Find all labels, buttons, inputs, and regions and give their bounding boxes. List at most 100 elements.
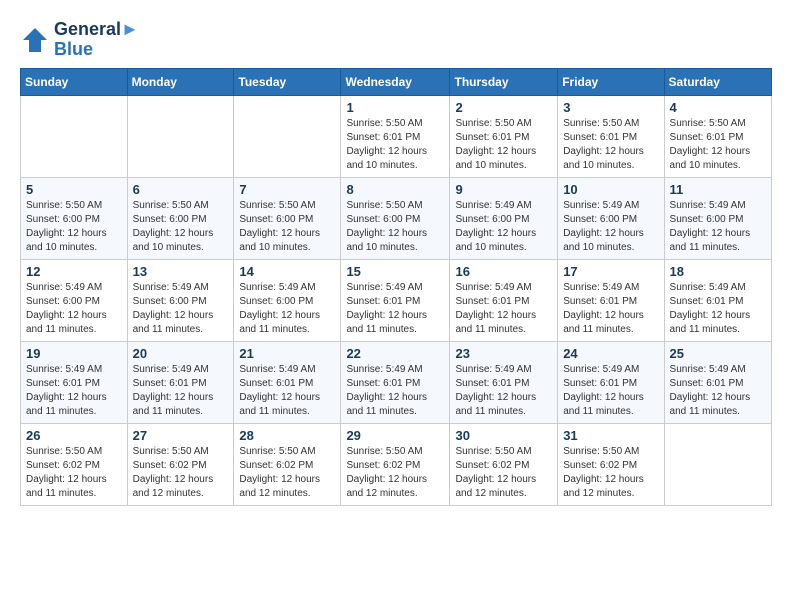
day-info: Sunrise: 5:49 AM Sunset: 6:01 PM Dayligh… xyxy=(239,363,335,419)
day-info: Sunrise: 5:50 AM Sunset: 6:01 PM Dayligh… xyxy=(563,117,658,173)
day-info: Sunrise: 5:49 AM Sunset: 6:00 PM Dayligh… xyxy=(239,281,335,337)
day-number: 14 xyxy=(239,264,335,279)
day-number: 6 xyxy=(133,182,229,197)
weekday-header: Sunday xyxy=(21,68,128,95)
calendar-cell xyxy=(664,423,771,505)
day-info: Sunrise: 5:49 AM Sunset: 6:00 PM Dayligh… xyxy=(670,199,766,255)
calendar-cell xyxy=(234,95,341,177)
calendar-cell: 14 Sunrise: 5:49 AM Sunset: 6:00 PM Dayli… xyxy=(234,259,341,341)
day-number: 28 xyxy=(239,428,335,443)
day-info: Sunrise: 5:49 AM Sunset: 6:01 PM Dayligh… xyxy=(563,281,658,337)
day-number: 7 xyxy=(239,182,335,197)
calendar-cell: 5 Sunrise: 5:50 AM Sunset: 6:00 PM Daylig… xyxy=(21,177,128,259)
day-number: 20 xyxy=(133,346,229,361)
calendar-cell: 22 Sunrise: 5:49 AM Sunset: 6:01 PM Dayli… xyxy=(341,341,450,423)
day-number: 15 xyxy=(346,264,444,279)
day-info: Sunrise: 5:49 AM Sunset: 6:01 PM Dayligh… xyxy=(670,363,766,419)
day-number: 5 xyxy=(26,182,122,197)
weekday-header: Friday xyxy=(558,68,664,95)
calendar-cell: 18 Sunrise: 5:49 AM Sunset: 6:01 PM Dayli… xyxy=(664,259,771,341)
day-info: Sunrise: 5:49 AM Sunset: 6:01 PM Dayligh… xyxy=(670,281,766,337)
day-number: 10 xyxy=(563,182,658,197)
day-number: 26 xyxy=(26,428,122,443)
day-info: Sunrise: 5:49 AM Sunset: 6:01 PM Dayligh… xyxy=(455,281,552,337)
day-number: 18 xyxy=(670,264,766,279)
day-info: Sunrise: 5:49 AM Sunset: 6:00 PM Dayligh… xyxy=(26,281,122,337)
calendar-week-row: 26 Sunrise: 5:50 AM Sunset: 6:02 PM Dayli… xyxy=(21,423,772,505)
calendar-cell: 8 Sunrise: 5:50 AM Sunset: 6:00 PM Daylig… xyxy=(341,177,450,259)
day-info: Sunrise: 5:49 AM Sunset: 6:01 PM Dayligh… xyxy=(455,363,552,419)
calendar-header-row: SundayMondayTuesdayWednesdayThursdayFrid… xyxy=(21,68,772,95)
day-info: Sunrise: 5:49 AM Sunset: 6:01 PM Dayligh… xyxy=(346,281,444,337)
day-info: Sunrise: 5:49 AM Sunset: 6:00 PM Dayligh… xyxy=(133,281,229,337)
day-number: 19 xyxy=(26,346,122,361)
calendar-week-row: 19 Sunrise: 5:49 AM Sunset: 6:01 PM Dayli… xyxy=(21,341,772,423)
calendar-cell: 17 Sunrise: 5:49 AM Sunset: 6:01 PM Dayli… xyxy=(558,259,664,341)
day-number: 21 xyxy=(239,346,335,361)
day-info: Sunrise: 5:50 AM Sunset: 6:00 PM Dayligh… xyxy=(346,199,444,255)
day-number: 27 xyxy=(133,428,229,443)
calendar-cell: 12 Sunrise: 5:49 AM Sunset: 6:00 PM Dayli… xyxy=(21,259,128,341)
calendar-cell: 7 Sunrise: 5:50 AM Sunset: 6:00 PM Daylig… xyxy=(234,177,341,259)
weekday-header: Monday xyxy=(127,68,234,95)
weekday-header: Saturday xyxy=(664,68,771,95)
calendar-cell xyxy=(21,95,128,177)
calendar-cell: 26 Sunrise: 5:50 AM Sunset: 6:02 PM Dayli… xyxy=(21,423,128,505)
day-number: 24 xyxy=(563,346,658,361)
day-info: Sunrise: 5:49 AM Sunset: 6:00 PM Dayligh… xyxy=(563,199,658,255)
day-info: Sunrise: 5:49 AM Sunset: 6:01 PM Dayligh… xyxy=(346,363,444,419)
day-number: 30 xyxy=(455,428,552,443)
day-info: Sunrise: 5:50 AM Sunset: 6:02 PM Dayligh… xyxy=(26,445,122,501)
day-info: Sunrise: 5:50 AM Sunset: 6:02 PM Dayligh… xyxy=(346,445,444,501)
calendar-body: 1Sunrise: 5:50 AM Sunset: 6:01 PM Daylig… xyxy=(21,95,772,505)
calendar-cell: 6 Sunrise: 5:50 AM Sunset: 6:00 PM Daylig… xyxy=(127,177,234,259)
calendar-cell: 25 Sunrise: 5:49 AM Sunset: 6:01 PM Dayli… xyxy=(664,341,771,423)
calendar-week-row: 12 Sunrise: 5:49 AM Sunset: 6:00 PM Dayli… xyxy=(21,259,772,341)
day-number: 11 xyxy=(670,182,766,197)
calendar-cell: 19 Sunrise: 5:49 AM Sunset: 6:01 PM Dayli… xyxy=(21,341,128,423)
day-number: 25 xyxy=(670,346,766,361)
calendar-cell: 29 Sunrise: 5:50 AM Sunset: 6:02 PM Dayli… xyxy=(341,423,450,505)
day-number: 31 xyxy=(563,428,658,443)
calendar-week-row: 1Sunrise: 5:50 AM Sunset: 6:01 PM Daylig… xyxy=(21,95,772,177)
calendar-cell: 30 Sunrise: 5:50 AM Sunset: 6:02 PM Dayli… xyxy=(450,423,558,505)
calendar-cell: 21 Sunrise: 5:49 AM Sunset: 6:01 PM Dayli… xyxy=(234,341,341,423)
day-info: Sunrise: 5:50 AM Sunset: 6:02 PM Dayligh… xyxy=(455,445,552,501)
calendar-cell: 2Sunrise: 5:50 AM Sunset: 6:01 PM Daylig… xyxy=(450,95,558,177)
day-number: 29 xyxy=(346,428,444,443)
calendar-cell: 16 Sunrise: 5:49 AM Sunset: 6:01 PM Dayli… xyxy=(450,259,558,341)
day-number: 17 xyxy=(563,264,658,279)
calendar-cell: 24 Sunrise: 5:49 AM Sunset: 6:01 PM Dayli… xyxy=(558,341,664,423)
day-number: 12 xyxy=(26,264,122,279)
day-info: Sunrise: 5:50 AM Sunset: 6:02 PM Dayligh… xyxy=(239,445,335,501)
day-number: 8 xyxy=(346,182,444,197)
day-number: 22 xyxy=(346,346,444,361)
day-info: Sunrise: 5:49 AM Sunset: 6:00 PM Dayligh… xyxy=(455,199,552,255)
day-info: Sunrise: 5:50 AM Sunset: 6:00 PM Dayligh… xyxy=(133,199,229,255)
calendar-week-row: 5 Sunrise: 5:50 AM Sunset: 6:00 PM Daylig… xyxy=(21,177,772,259)
day-info: Sunrise: 5:49 AM Sunset: 6:01 PM Dayligh… xyxy=(563,363,658,419)
day-info: Sunrise: 5:49 AM Sunset: 6:01 PM Dayligh… xyxy=(133,363,229,419)
day-number: 4 xyxy=(670,100,766,115)
day-number: 9 xyxy=(455,182,552,197)
day-number: 23 xyxy=(455,346,552,361)
calendar-cell: 27 Sunrise: 5:50 AM Sunset: 6:02 PM Dayli… xyxy=(127,423,234,505)
day-info: Sunrise: 5:50 AM Sunset: 6:00 PM Dayligh… xyxy=(26,199,122,255)
logo: General► Blue xyxy=(20,20,139,60)
day-number: 16 xyxy=(455,264,552,279)
logo-icon xyxy=(20,25,50,55)
day-info: Sunrise: 5:50 AM Sunset: 6:02 PM Dayligh… xyxy=(133,445,229,501)
calendar-cell: 15 Sunrise: 5:49 AM Sunset: 6:01 PM Dayli… xyxy=(341,259,450,341)
day-info: Sunrise: 5:49 AM Sunset: 6:01 PM Dayligh… xyxy=(26,363,122,419)
day-number: 13 xyxy=(133,264,229,279)
calendar-table: SundayMondayTuesdayWednesdayThursdayFrid… xyxy=(20,68,772,506)
calendar-cell: 1Sunrise: 5:50 AM Sunset: 6:01 PM Daylig… xyxy=(341,95,450,177)
day-info: Sunrise: 5:50 AM Sunset: 6:00 PM Dayligh… xyxy=(239,199,335,255)
weekday-header: Wednesday xyxy=(341,68,450,95)
calendar-cell: 20 Sunrise: 5:49 AM Sunset: 6:01 PM Dayli… xyxy=(127,341,234,423)
day-info: Sunrise: 5:50 AM Sunset: 6:01 PM Dayligh… xyxy=(455,117,552,173)
page-container: General► Blue SundayMondayTuesdayWednesd… xyxy=(20,20,772,506)
weekday-header: Thursday xyxy=(450,68,558,95)
calendar-cell: 9 Sunrise: 5:49 AM Sunset: 6:00 PM Daylig… xyxy=(450,177,558,259)
calendar-cell: 11 Sunrise: 5:49 AM Sunset: 6:00 PM Dayli… xyxy=(664,177,771,259)
